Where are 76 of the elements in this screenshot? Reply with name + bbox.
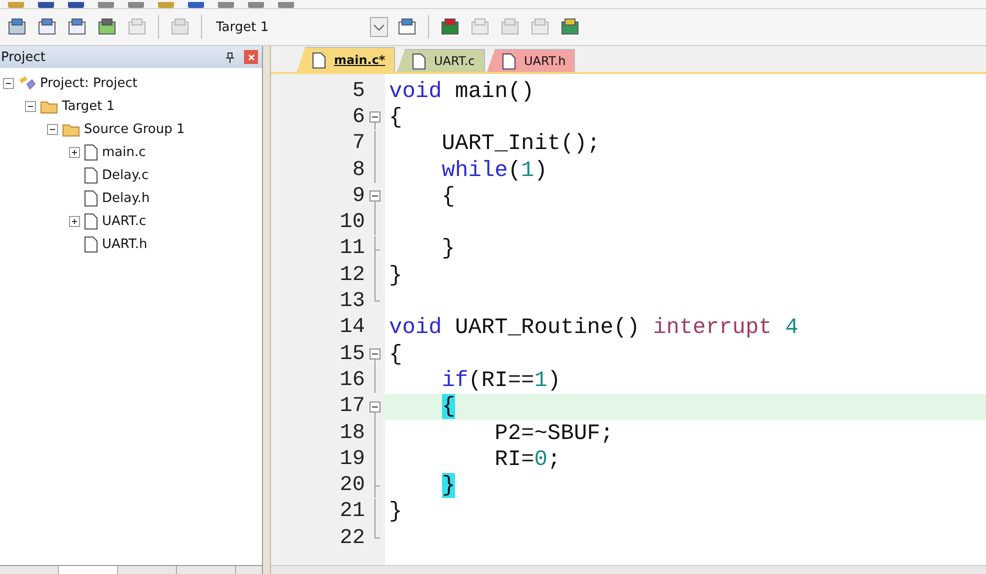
line-number: 18 bbox=[338, 422, 365, 444]
toolbar-icon[interactable] bbox=[128, 2, 144, 8]
line-number: 8 bbox=[351, 158, 365, 182]
code-line: void main() bbox=[389, 78, 534, 104]
code-line: while(1) bbox=[440, 158, 548, 183]
file-icon bbox=[84, 213, 98, 230]
collapse-toggle[interactable] bbox=[3, 78, 14, 89]
toolbar-icon[interactable] bbox=[188, 2, 204, 8]
line-number: 13 bbox=[338, 290, 365, 314]
collapse-toggle[interactable] bbox=[25, 101, 36, 112]
toolbar-icon[interactable] bbox=[158, 2, 174, 8]
folder-icon bbox=[62, 122, 80, 136]
splitter-bar[interactable] bbox=[263, 46, 271, 574]
pin-icon[interactable] bbox=[226, 52, 234, 62]
code-line: { bbox=[389, 342, 402, 367]
code-line: { bbox=[440, 184, 456, 209]
toolbar-icon[interactable] bbox=[8, 2, 24, 8]
editor-tab[interactable]: main.c* bbox=[297, 47, 395, 72]
scrollbar[interactable] bbox=[271, 565, 986, 574]
line-number: 17 bbox=[338, 395, 365, 418]
toolbar-icon[interactable] bbox=[248, 2, 264, 8]
tree-item[interactable]: main.c bbox=[102, 145, 146, 160]
line-number: 11 bbox=[338, 237, 365, 260]
expand-toggle[interactable] bbox=[69, 216, 80, 227]
tree-item[interactable]: Project: Project bbox=[40, 76, 138, 91]
line-number: 5 bbox=[351, 80, 365, 103]
toolbar-icon[interactable] bbox=[38, 2, 54, 8]
editor-tab[interactable]: UART.h bbox=[487, 49, 575, 72]
tree-item[interactable]: Source Group 1 bbox=[84, 122, 185, 137]
line-number: 20 bbox=[338, 474, 365, 498]
file-icon bbox=[312, 52, 326, 68]
file-icon bbox=[84, 144, 98, 161]
code-line: } bbox=[389, 499, 402, 524]
tree-item[interactable]: UART.c bbox=[102, 214, 146, 229]
toolbar-icon[interactable] bbox=[98, 2, 114, 8]
tree-item[interactable]: Target 1 bbox=[62, 99, 115, 114]
code-line: { bbox=[389, 104, 402, 130]
file-icon bbox=[502, 52, 516, 70]
code-line: RI=0; bbox=[494, 446, 561, 472]
line-number: 19 bbox=[338, 448, 365, 471]
file-icon bbox=[84, 167, 98, 184]
line-number: 7 bbox=[351, 132, 365, 156]
panel-title: Project bbox=[1, 50, 46, 64]
code-line: UART_Init(); bbox=[440, 131, 600, 156]
collapse-toggle[interactable] bbox=[47, 124, 58, 135]
line-number: 9 bbox=[351, 184, 365, 208]
folder-icon bbox=[40, 100, 58, 114]
line-number: 16 bbox=[338, 368, 365, 392]
line-number: 6 bbox=[351, 106, 365, 129]
close-button[interactable] bbox=[244, 50, 258, 64]
line-number: 21 bbox=[338, 500, 365, 524]
tree-item[interactable]: Delay.h bbox=[102, 191, 150, 206]
toolbar-icon[interactable] bbox=[218, 2, 234, 8]
line-number: 10 bbox=[338, 211, 365, 234]
code-line: P2=~SBUF; bbox=[494, 420, 614, 446]
code-line: } bbox=[389, 262, 402, 288]
expand-toggle[interactable] bbox=[69, 147, 80, 158]
tree-item[interactable]: UART.h bbox=[102, 237, 148, 252]
file-icon bbox=[412, 52, 426, 70]
toolbar-icon[interactable] bbox=[278, 2, 294, 8]
toolbar-icon[interactable] bbox=[68, 2, 84, 8]
file-icon bbox=[84, 236, 98, 253]
line-number: 15 bbox=[338, 342, 365, 366]
target-select[interactable]: Target 1 bbox=[212, 14, 388, 40]
code-line: if(RI==1) bbox=[440, 368, 561, 393]
code-line: void UART_Routine() interrupt 4 bbox=[389, 315, 798, 340]
close-icon bbox=[248, 54, 254, 60]
project-icon bbox=[18, 76, 36, 92]
line-number: 22 bbox=[338, 526, 365, 550]
file-icon bbox=[84, 190, 98, 207]
code-line: } bbox=[440, 236, 456, 262]
tree-item[interactable]: Delay.c bbox=[102, 168, 149, 183]
caret-icon[interactable] bbox=[370, 17, 388, 37]
line-number: 14 bbox=[338, 316, 365, 340]
line-number: 12 bbox=[338, 264, 365, 287]
editor-tab[interactable]: UART.c bbox=[397, 49, 485, 72]
